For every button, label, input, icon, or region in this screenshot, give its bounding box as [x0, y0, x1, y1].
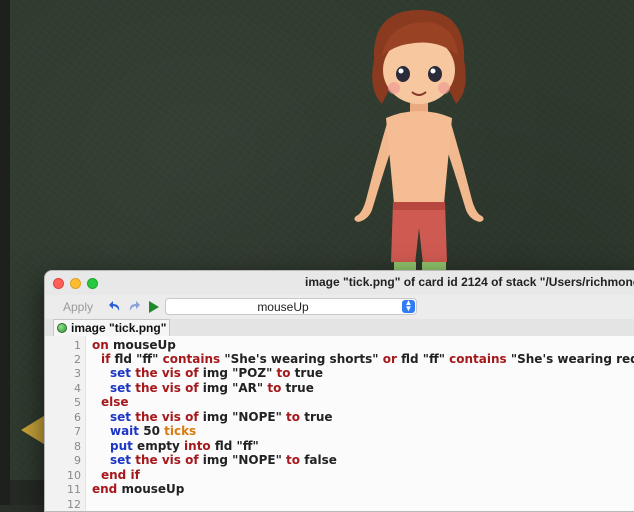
code-line[interactable]: set the vis of img "POZ" to true [110, 366, 323, 380]
line-number: 10 [67, 469, 81, 482]
girl-illustration[interactable] [348, 0, 490, 270]
zoom-window-button[interactable] [87, 278, 98, 289]
script-tab-bar: image "tick.png" [45, 319, 634, 337]
close-window-button[interactable] [53, 278, 64, 289]
code-line[interactable]: set the vis of img "NOPE" to false [110, 453, 337, 467]
tab-tick-image[interactable]: image "tick.png" [53, 319, 170, 336]
line-number: 7 [74, 425, 81, 438]
editor-toolbar: Apply mouseUp ▲ ▼ [45, 295, 634, 320]
line-number: 6 [74, 411, 81, 424]
stack-window-edge [0, 0, 10, 505]
line-number: 2 [74, 353, 81, 366]
code-line[interactable]: end if [101, 468, 140, 482]
code-line[interactable]: wait 50 ticks [110, 424, 196, 438]
code-line[interactable]: if fld "ff" contains "She's wearing shor… [101, 352, 634, 366]
code-line[interactable]: put empty into fld "ff" [110, 439, 259, 453]
minimize-window-button[interactable] [70, 278, 81, 289]
code-line[interactable]: end mouseUp [92, 482, 184, 496]
line-number: 8 [74, 440, 81, 453]
line-number: 3 [74, 367, 81, 380]
tab-label: image "tick.png" [71, 321, 167, 335]
code-line[interactable]: else [101, 395, 129, 409]
window-title: image "tick.png" of card id 2124 of stac… [305, 275, 634, 289]
script-editor-window: image "tick.png" of card id 2124 of stac… [44, 270, 634, 512]
line-number: 5 [74, 396, 81, 409]
line-number-gutter: 1 2 3 4 5 6 7 8 9 10 11 12 [45, 336, 86, 511]
line-number: 1 [74, 339, 81, 352]
code-line[interactable]: set the vis of img "NOPE" to true [110, 410, 333, 424]
apply-button[interactable]: Apply [63, 300, 93, 314]
line-number: 4 [74, 382, 81, 395]
code-line[interactable]: set the vis of img "AR" to true [110, 381, 314, 395]
handler-select[interactable]: mouseUp ▲ ▼ [165, 298, 417, 315]
line-number: 9 [74, 454, 81, 467]
run-icon[interactable] [149, 301, 159, 313]
code-line[interactable]: on mouseUp [92, 338, 176, 352]
handler-select-value: mouseUp [257, 300, 309, 314]
window-titlebar[interactable]: image "tick.png" of card id 2124 of stac… [45, 271, 634, 296]
undo-icon[interactable] [108, 299, 122, 313]
redo-icon[interactable] [127, 299, 141, 313]
code-editor[interactable]: 1 2 3 4 5 6 7 8 9 10 11 12 on mouseUp if… [45, 336, 634, 511]
select-arrows-icon: ▲ ▼ [402, 299, 415, 313]
green-status-icon [57, 323, 67, 333]
line-number: 11 [67, 483, 81, 496]
